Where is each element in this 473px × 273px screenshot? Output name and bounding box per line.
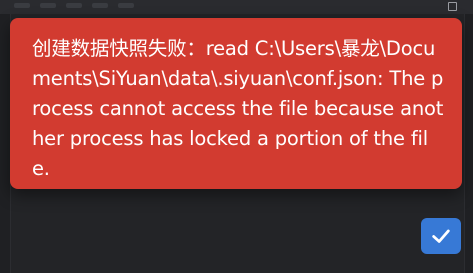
toolbar-item	[40, 3, 56, 8]
toolbar-item	[66, 3, 82, 8]
toolbar-placeholders	[14, 3, 134, 8]
window-top-strip	[0, 0, 473, 14]
confirm-button[interactable]	[421, 218, 461, 254]
error-toast: 创建数据快照失败：read C:\Users\暴龙\Documents\SiYu…	[10, 18, 462, 189]
error-message: 创建数据快照失败：read C:\Users\暴龙\Documents\SiYu…	[32, 37, 444, 180]
toolbar-item	[118, 3, 134, 8]
toolbar-item	[92, 3, 108, 8]
square-icon[interactable]	[448, 2, 457, 11]
toolbar-item	[14, 3, 30, 8]
checkmark-icon	[432, 229, 450, 243]
